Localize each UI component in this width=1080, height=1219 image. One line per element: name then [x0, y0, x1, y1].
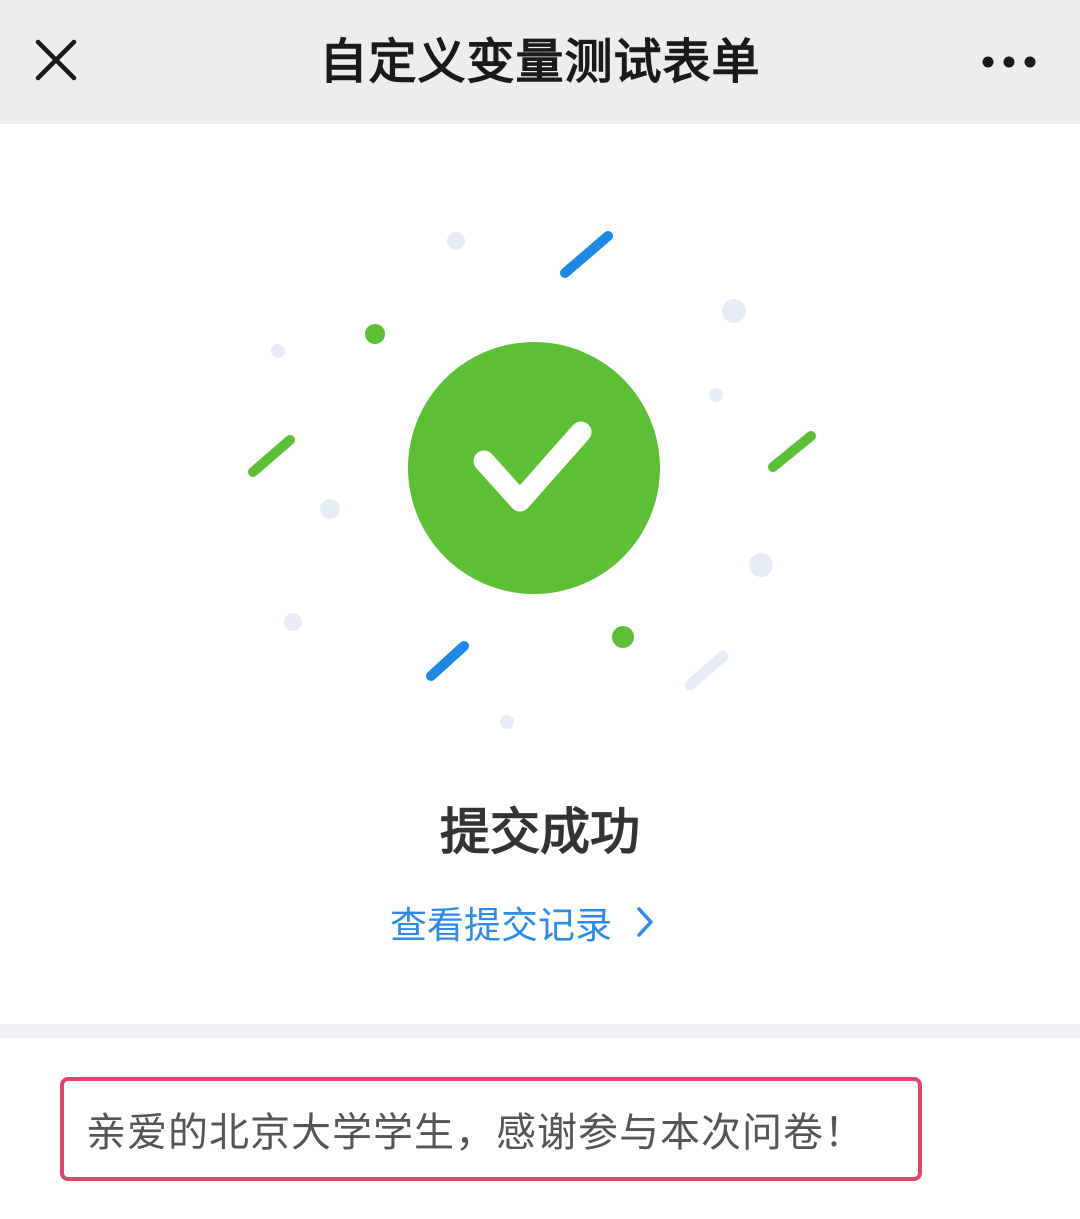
submission-success-page: 自定义变量测试表单 提交成功 查看提交记录 亲爱的北京大学学生，感谢参与本次问卷… — [0, 0, 1080, 1219]
page-title: 自定义变量测试表单 — [319, 34, 761, 90]
thank-you-message: 亲爱的北京大学学生，感谢参与本次问卷！ — [86, 1110, 865, 1156]
confetti-dot — [284, 613, 302, 631]
more-button[interactable] — [976, 40, 1042, 84]
success-illustration — [248, 231, 816, 729]
close-button[interactable] — [28, 32, 84, 88]
confetti-streak — [768, 431, 816, 472]
success-circle — [408, 342, 660, 594]
confetti-dot — [271, 344, 285, 358]
confetti-dot — [447, 232, 465, 250]
success-title: 提交成功 — [440, 803, 640, 861]
chevron-right-icon — [637, 907, 653, 937]
confetti-dot — [612, 626, 634, 648]
thank-you-message-box: 亲爱的北京大学学生，感谢参与本次问卷！ — [60, 1077, 922, 1181]
close-icon — [35, 39, 77, 81]
confetti-streak — [426, 641, 469, 681]
confetti-streak — [248, 435, 295, 477]
view-records-link[interactable]: 查看提交记录 — [390, 895, 656, 949]
view-records-label: 查看提交记录 — [390, 904, 612, 947]
confetti-streak — [684, 650, 729, 691]
confetti-dot — [500, 715, 514, 729]
confetti-dot — [749, 553, 773, 577]
title-bar: 自定义变量测试表单 — [0, 0, 1080, 124]
confetti-dot — [365, 324, 385, 344]
confetti-streak — [560, 231, 613, 278]
section-divider — [0, 1024, 1080, 1038]
confetti-dot — [320, 499, 340, 519]
more-icon — [982, 56, 1036, 68]
confetti-dot — [722, 299, 746, 323]
confetti-dot — [709, 388, 723, 402]
